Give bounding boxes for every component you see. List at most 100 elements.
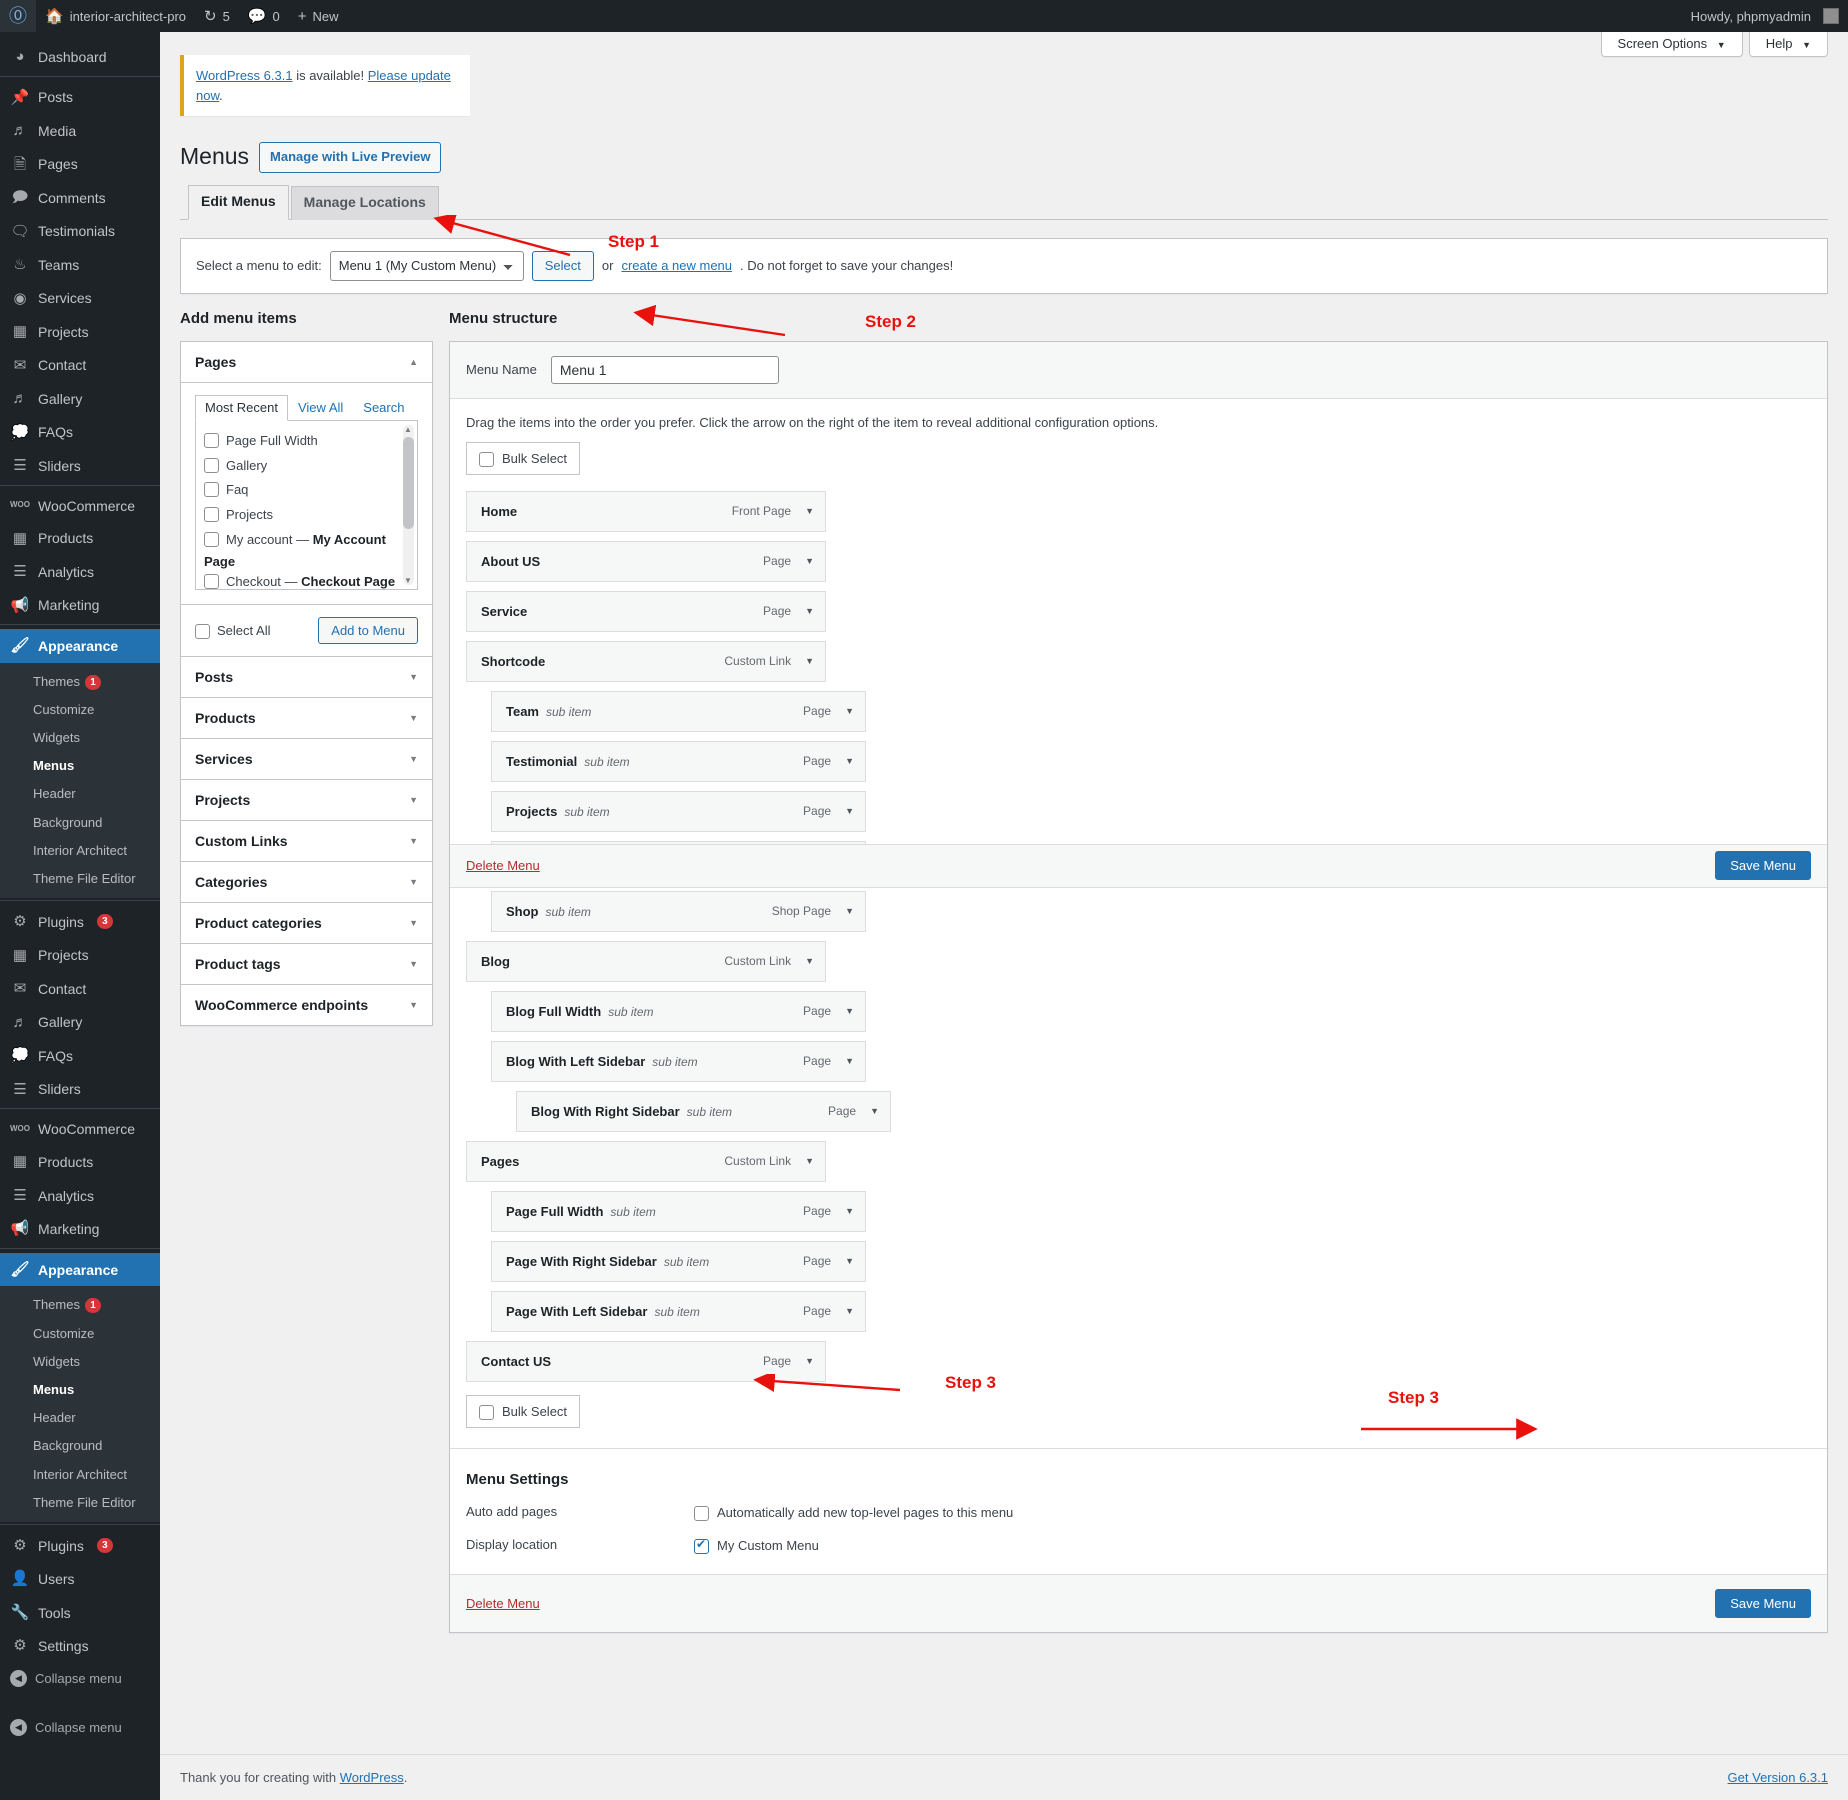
list-item[interactable]: My account — My Account bbox=[204, 528, 407, 553]
delete-menu-link-sticky[interactable]: Delete Menu bbox=[466, 858, 540, 873]
sidebar-item-teams[interactable]: ♨ Teams bbox=[0, 248, 160, 282]
sidebar-item-posts[interactable]: 📌 Posts bbox=[0, 81, 160, 115]
chevron-down-icon[interactable]: ▼ bbox=[805, 1156, 814, 1166]
menu-item-testimonial[interactable]: Testimonial sub item Page ▼ bbox=[491, 740, 866, 782]
checkbox[interactable] bbox=[204, 432, 219, 448]
add-to-menu-button[interactable]: Add to Menu bbox=[318, 616, 418, 644]
sidebar-item-woocommerce[interactable]: WOO WooCommerce bbox=[0, 490, 160, 522]
accordion-header-product-categories[interactable]: Product categories ▼ bbox=[181, 902, 432, 944]
menu-item-shortcode[interactable]: Shortcode Custom Link ▼ bbox=[466, 640, 826, 682]
sidebar-subitem-themes[interactable]: Themes 1 bbox=[0, 668, 160, 696]
tab-edit-menus[interactable]: Edit Menus bbox=[188, 185, 289, 220]
menu-item-service[interactable]: Service Page ▼ bbox=[466, 590, 826, 632]
manage-with-live-preview-button[interactable]: Manage with Live Preview bbox=[259, 142, 442, 173]
menu-name-input[interactable] bbox=[550, 355, 779, 384]
list-item[interactable]: Faq bbox=[204, 478, 407, 503]
sidebar-subitem-customize[interactable]: Customize bbox=[0, 696, 160, 724]
sidebar-subitem-menus[interactable]: Menus bbox=[0, 752, 160, 780]
chevron-down-icon[interactable]: ▼ bbox=[845, 1306, 854, 1316]
chevron-down-icon[interactable]: ▼ bbox=[845, 706, 854, 716]
menu-item-page-full-width[interactable]: Page Full Width sub item Page ▼ bbox=[491, 1190, 866, 1232]
accordion-header-posts[interactable]: Posts ▼ bbox=[181, 656, 432, 698]
sidebar-item-analytics[interactable]: ☰ Analytics bbox=[0, 555, 160, 589]
chevron-down-icon[interactable]: ▼ bbox=[845, 1006, 854, 1016]
select-all-checkbox-row[interactable]: Select All bbox=[195, 622, 270, 639]
new-content-menu[interactable]: + New bbox=[289, 0, 348, 32]
scroll-down-icon[interactable]: ▼ bbox=[404, 576, 412, 585]
pages-checkbox-list[interactable]: Page Full Width Gallery Faq Projects My … bbox=[195, 419, 418, 590]
chevron-down-icon[interactable]: ▼ bbox=[845, 756, 854, 766]
checkbox[interactable] bbox=[204, 457, 219, 473]
menu-item-pages[interactable]: Pages Custom Link ▼ bbox=[466, 1140, 826, 1182]
scrollbar-thumb[interactable] bbox=[403, 436, 414, 529]
chevron-down-icon[interactable]: ▼ bbox=[845, 1056, 854, 1066]
sidebar-subitem-theme-file-editor[interactable]: Theme File Editor bbox=[0, 865, 160, 893]
menu-item-about-us[interactable]: About US Page ▼ bbox=[466, 540, 826, 582]
delete-menu-link[interactable]: Delete Menu bbox=[466, 1596, 540, 1611]
sidebar-subitem-widgets-2[interactable]: Widgets bbox=[0, 1348, 160, 1376]
sidebar-item-faqs[interactable]: 💭 FAQs bbox=[0, 416, 160, 450]
site-name-menu[interactable]: 🏠 interior-architect-pro bbox=[36, 0, 195, 32]
sidebar-item-projects[interactable]: ▦ Projects bbox=[0, 315, 160, 349]
checkbox[interactable] bbox=[694, 1537, 709, 1554]
sidebar-item-products[interactable]: ▦ Products bbox=[0, 522, 160, 556]
save-menu-button[interactable]: Save Menu bbox=[1715, 1588, 1811, 1618]
collapse-menu-button[interactable]: ◀ Collapse menu bbox=[0, 1663, 160, 1694]
chevron-down-icon[interactable]: ▼ bbox=[870, 1106, 879, 1116]
select-button[interactable]: Select bbox=[531, 250, 594, 281]
list-item[interactable]: Projects bbox=[204, 503, 407, 528]
menu-item-blog[interactable]: Blog Custom Link ▼ bbox=[466, 940, 826, 982]
sidebar-subitem-header[interactable]: Header bbox=[0, 780, 160, 808]
sidebar-item-sliders[interactable]: ☰ Sliders bbox=[0, 449, 160, 483]
menu-item-page-with-right-sidebar[interactable]: Page With Right Sidebar sub item Page ▼ bbox=[491, 1240, 866, 1282]
sidebar-subitem-background-2[interactable]: Background bbox=[0, 1432, 160, 1460]
sidebar-subitem-interior-architect-2[interactable]: Interior Architect bbox=[0, 1461, 160, 1489]
list-item[interactable]: Checkout — Checkout Page bbox=[204, 570, 407, 589]
chevron-down-icon[interactable]: ▼ bbox=[845, 1206, 854, 1216]
sidebar-item-appearance-2[interactable]: 🖌 Appearance bbox=[0, 1252, 160, 1287]
chevron-down-icon[interactable]: ▼ bbox=[805, 656, 814, 666]
version-link[interactable]: Get Version 6.3.1 bbox=[1728, 1770, 1828, 1785]
menu-item-shop[interactable]: Shop sub item Shop Page ▼ bbox=[491, 890, 866, 932]
checkbox[interactable] bbox=[479, 451, 494, 467]
help-button[interactable]: Help ▼ bbox=[1748, 32, 1828, 57]
accordion-header-pages[interactable]: Pages ▲ bbox=[181, 341, 432, 383]
checkbox[interactable] bbox=[204, 531, 219, 547]
wp-logo-menu[interactable]: ⓪ bbox=[0, 0, 36, 32]
sidebar-subitem-themes-2[interactable]: Themes 1 bbox=[0, 1291, 160, 1319]
checkbox[interactable] bbox=[204, 573, 219, 589]
chevron-down-icon[interactable]: ▼ bbox=[805, 606, 814, 616]
accordion-header-product-tags[interactable]: Product tags ▼ bbox=[181, 943, 432, 985]
display-location-option[interactable]: My Custom Menu bbox=[694, 1537, 819, 1554]
accordion-header-woocommerce-endpoints[interactable]: WooCommerce endpoints ▼ bbox=[181, 984, 432, 1025]
sidebar-item-projects-2[interactable]: ▦ Projects bbox=[0, 939, 160, 973]
sidebar-item-pages[interactable]: 🗎 Pages bbox=[0, 148, 160, 182]
sidebar-subitem-theme-file-editor-2[interactable]: Theme File Editor bbox=[0, 1489, 160, 1517]
bulk-select-bottom[interactable]: Bulk Select bbox=[466, 1394, 581, 1428]
sidebar-item-products-2[interactable]: ▦ Products bbox=[0, 1145, 160, 1179]
list-item[interactable]: Page Full Width bbox=[204, 429, 407, 454]
wordpress-version-link[interactable]: WordPress 6.3.1 bbox=[196, 68, 293, 83]
sidebar-item-faqs-2[interactable]: 💭 FAQs bbox=[0, 1039, 160, 1073]
sidebar-item-media[interactable]: ♬ Media bbox=[0, 114, 160, 148]
create-new-menu-link[interactable]: create a new menu bbox=[621, 258, 732, 273]
sidebar-item-gallery[interactable]: ♬ Gallery bbox=[0, 382, 160, 416]
accordion-header-projects[interactable]: Projects ▼ bbox=[181, 779, 432, 821]
sidebar-subitem-interior-architect[interactable]: Interior Architect bbox=[0, 837, 160, 865]
sidebar-item-analytics-2[interactable]: ☰ Analytics bbox=[0, 1179, 160, 1213]
sidebar-subitem-background[interactable]: Background bbox=[0, 809, 160, 837]
checkbox[interactable] bbox=[195, 623, 210, 639]
comments-menu[interactable]: 💬 0 bbox=[239, 0, 289, 32]
sidebar-item-settings[interactable]: ⚙ Settings bbox=[0, 1629, 160, 1663]
menu-item-blog-with-right-sidebar[interactable]: Blog With Right Sidebar sub item Page ▼ bbox=[516, 1090, 891, 1132]
tab-view-all[interactable]: View All bbox=[288, 395, 353, 421]
checkbox[interactable] bbox=[204, 482, 219, 498]
chevron-down-icon[interactable]: ▼ bbox=[805, 506, 814, 516]
sidebar-item-plugins-2[interactable]: ⚙ Plugins 3 bbox=[0, 1529, 160, 1563]
sidebar-item-dashboard[interactable]: ◕ Dashboard bbox=[0, 40, 160, 74]
sidebar-item-gallery-2[interactable]: ♬ Gallery bbox=[0, 1006, 160, 1040]
sidebar-item-woocommerce-2[interactable]: WOO WooCommerce bbox=[0, 1113, 160, 1145]
accordion-header-services[interactable]: Services ▼ bbox=[181, 738, 432, 780]
menu-item-projects[interactable]: Projects sub item Page ▼ bbox=[491, 790, 866, 832]
menu-item-team[interactable]: Team sub item Page ▼ bbox=[491, 690, 866, 732]
